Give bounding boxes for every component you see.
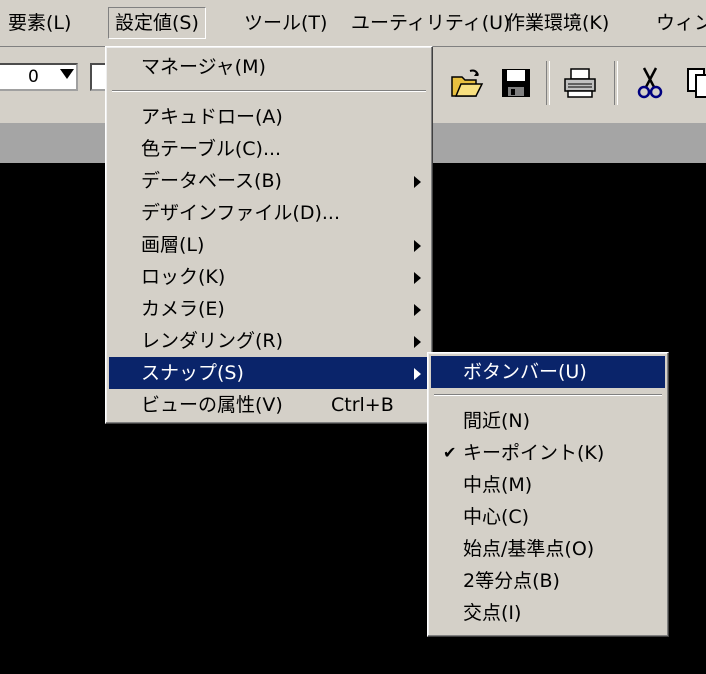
menu-item-center[interactable]: 中心(C) xyxy=(431,501,665,533)
menu-item-label: ロック(K) xyxy=(141,266,226,288)
menu-bar: 要素(L) 設定値(S) ツール(T) ユーティリティ(U) 作業環境(K) ウ… xyxy=(0,0,706,47)
menu-item-label: ボタンバー(U) xyxy=(463,361,587,383)
menu-item-keypoint[interactable]: ✔ キーポイント(K) xyxy=(431,437,665,469)
submenu-arrow-icon xyxy=(414,176,421,188)
menu-item-view-attributes[interactable]: ビューの属性(V) Ctrl+B xyxy=(109,389,429,421)
copy-icon[interactable] xyxy=(684,65,706,101)
menu-item-label: データベース(B) xyxy=(141,170,282,192)
menu-item-label: 2等分点(B) xyxy=(463,570,560,592)
open-folder-icon[interactable] xyxy=(448,65,484,101)
checkmark-icon: ✔ xyxy=(443,443,457,462)
menu-item-label: 交点(I) xyxy=(463,602,522,624)
menu-item-origin[interactable]: 始点/基準点(O) xyxy=(431,533,665,565)
submenu-arrow-icon xyxy=(414,240,421,252)
menu-item-label: ビューの属性(V) xyxy=(141,394,283,416)
layer-value: 0 xyxy=(28,67,39,87)
menu-item-label: 間近(N) xyxy=(463,410,531,432)
menu-item-nearest[interactable]: 間近(N) xyxy=(431,405,665,437)
menu-item-snaps[interactable]: スナップ(S) xyxy=(109,357,429,389)
menu-item-button-bar[interactable]: ボタンバー(U) xyxy=(431,356,665,388)
menu-elements[interactable]: 要素(L) xyxy=(2,8,77,38)
menu-item-camera[interactable]: カメラ(E) xyxy=(109,293,429,325)
menu-item-label: キーポイント(K) xyxy=(463,442,605,464)
menu-item-locks[interactable]: ロック(K) xyxy=(109,261,429,293)
menu-item-label: カメラ(E) xyxy=(141,298,225,320)
menu-item-design-file[interactable]: デザインファイル(D)... xyxy=(109,197,429,229)
menu-tools[interactable]: ツール(T) xyxy=(238,8,333,38)
menu-item-levels[interactable]: 画層(L) xyxy=(109,229,429,261)
chevron-down-icon[interactable] xyxy=(60,69,74,79)
menu-item-manager[interactable]: マネージャ(M) xyxy=(109,51,429,83)
menu-item-label: デザインファイル(D)... xyxy=(141,202,341,224)
snap-submenu: ボタンバー(U) 間近(N) ✔ キーポイント(K) 中点(M) 中心(C) 始点… xyxy=(427,352,669,637)
menu-settings[interactable]: 設定値(S) xyxy=(108,7,206,39)
menu-item-label: アキュドロー(A) xyxy=(141,106,283,128)
menu-item-shortcut: Ctrl+B xyxy=(331,394,394,416)
cut-icon[interactable] xyxy=(632,65,668,101)
settings-menu: マネージャ(M) アキュドロー(A) 色テーブル(C)... データベース(B)… xyxy=(105,46,433,424)
menu-item-label: 中点(M) xyxy=(463,474,533,496)
menu-item-label: 色テーブル(C)... xyxy=(141,138,282,160)
menu-item-label: 画層(L) xyxy=(141,234,205,256)
menu-item-midpoint[interactable]: 中点(M) xyxy=(431,469,665,501)
menu-item-rendering[interactable]: レンダリング(R) xyxy=(109,325,429,357)
menu-item-accudraw[interactable]: アキュドロー(A) xyxy=(109,101,429,133)
submenu-arrow-icon xyxy=(414,336,421,348)
menu-item-label: レンダリング(R) xyxy=(141,330,284,352)
toolbar-separator xyxy=(546,61,550,105)
submenu-arrow-icon xyxy=(414,304,421,316)
menu-separator xyxy=(434,394,662,396)
menu-item-intersection[interactable]: 交点(I) xyxy=(431,597,665,629)
menu-window[interactable]: ウィンド xyxy=(650,8,706,38)
submenu-arrow-icon xyxy=(414,272,421,284)
menu-item-label: 始点/基準点(O) xyxy=(463,538,595,560)
menu-item-bisector[interactable]: 2等分点(B) xyxy=(431,565,665,597)
menu-item-label: マネージャ(M) xyxy=(141,56,266,78)
menu-separator xyxy=(112,90,426,92)
menu-item-label: スナップ(S) xyxy=(141,362,244,384)
print-icon[interactable] xyxy=(562,65,598,101)
menu-item-database[interactable]: データベース(B) xyxy=(109,165,429,197)
layer-select[interactable]: 0 xyxy=(0,63,78,91)
menu-item-label: 中心(C) xyxy=(463,506,530,528)
toolbar-separator xyxy=(614,61,618,105)
submenu-arrow-icon xyxy=(414,368,421,380)
menu-workspace[interactable]: 作業環境(K) xyxy=(500,8,615,38)
menu-utilities[interactable]: ユーティリティ(U) xyxy=(345,8,516,38)
menu-item-color-table[interactable]: 色テーブル(C)... xyxy=(109,133,429,165)
save-icon[interactable] xyxy=(498,65,534,101)
